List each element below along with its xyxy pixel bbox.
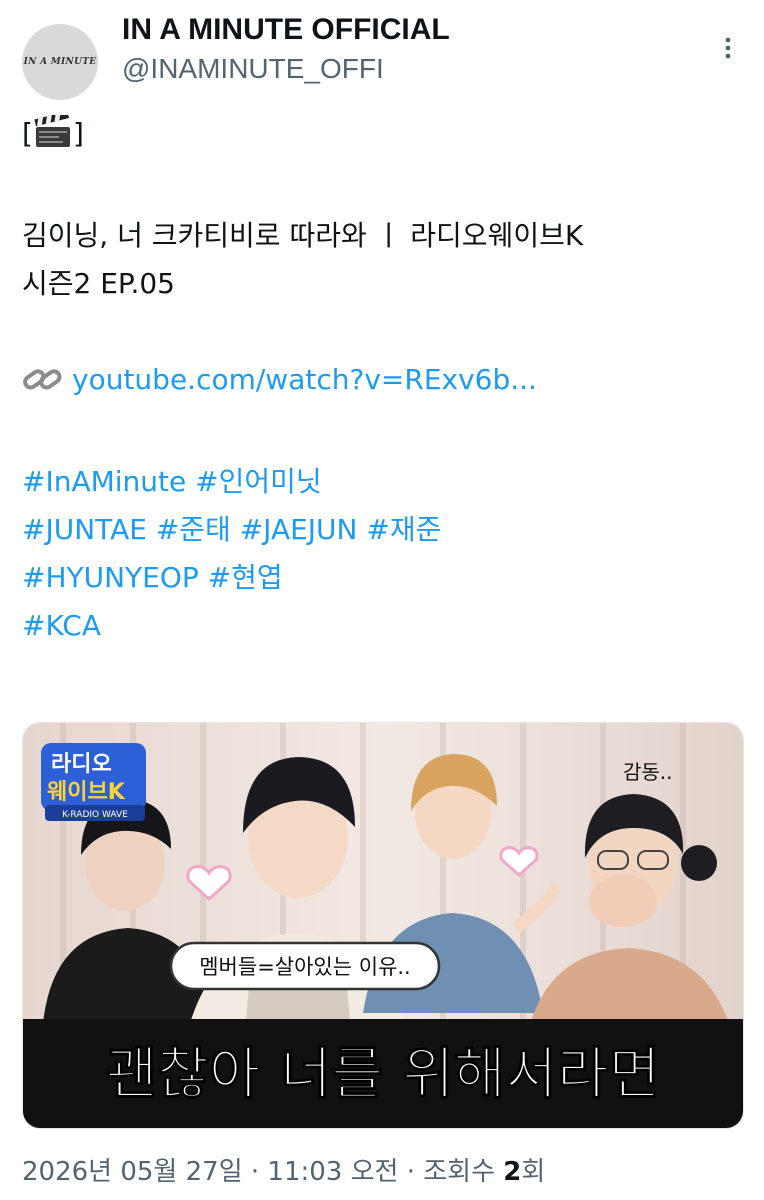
tweet-text: [ ] 김이닝, 너 크카티비로 따라와 ㅣ 라디오웨이브K 시즌2 EP.05 — [22, 110, 742, 650]
timestamp-text[interactable]: 2026년 05월 27일 · 11:03 오전 · 조회수 — [22, 1157, 503, 1187]
views-suffix: 회 — [521, 1157, 546, 1187]
logo-line-1: 라디오 — [51, 752, 112, 777]
user-handle[interactable]: @INAMINUTE_OFFI — [122, 52, 384, 86]
prefix-line: [ ] — [22, 110, 742, 164]
video-thumbnail[interactable]: 라디오 웨이브K K-RADIO WAVE 감동.. 멤버들=살아있는 이유..… — [22, 722, 744, 1129]
title-line-1: 김이닝, 너 크카티비로 따라와 ㅣ 라디오웨이브K — [22, 219, 584, 252]
show-logo: 라디오 웨이브K K-RADIO WAVE — [41, 743, 146, 821]
hashtags-line-4[interactable]: #KCA — [22, 602, 742, 650]
corner-caption: 감동.. — [623, 760, 673, 784]
youtube-link[interactable]: youtube.com/watch?v=RExv6b... — [72, 363, 537, 396]
tweet-header: IN A MINUTE IN A MINUTE OFFICIAL @INAMIN… — [22, 12, 742, 102]
more-dots-icon[interactable] — [714, 34, 742, 62]
title-line-2: 시즌2 EP.05 — [22, 267, 175, 300]
avatar[interactable]: IN A MINUTE — [22, 24, 98, 100]
headline-text: 괜찮아 너를 위해서라면 — [106, 1042, 660, 1107]
display-name[interactable]: IN A MINUTE OFFICIAL — [122, 12, 450, 48]
hashtags-line-2[interactable]: #JUNTAE #준태 #JAEJUN #재준 — [22, 506, 742, 554]
logo-sub: K-RADIO WAVE — [62, 810, 128, 820]
link-line: youtube.com/watch?v=RExv6b... — [22, 356, 742, 410]
chain-link-icon — [22, 362, 62, 410]
speech-bubble: 멤버들=살아있는 이유.. — [169, 941, 441, 991]
bracket-close: ] — [72, 117, 84, 150]
views-count: 2 — [503, 1157, 522, 1187]
avatar-logo-text: IN A MINUTE — [23, 57, 97, 67]
hashtags-line-3[interactable]: #HYUNYEOP #현엽 — [22, 554, 742, 602]
bracket-open: [ — [22, 117, 33, 150]
clapper-board-icon — [33, 111, 73, 164]
logo-line-2: 웨이브K — [47, 780, 126, 805]
hashtags-line-1[interactable]: #InAMinute #인어미닛 — [22, 458, 742, 506]
tweet-timestamp: 2026년 05월 27일 · 11:03 오전 · 조회수 2회 — [22, 1152, 545, 1192]
speech-bubble-text: 멤버들=살아있는 이유.. — [199, 955, 411, 979]
